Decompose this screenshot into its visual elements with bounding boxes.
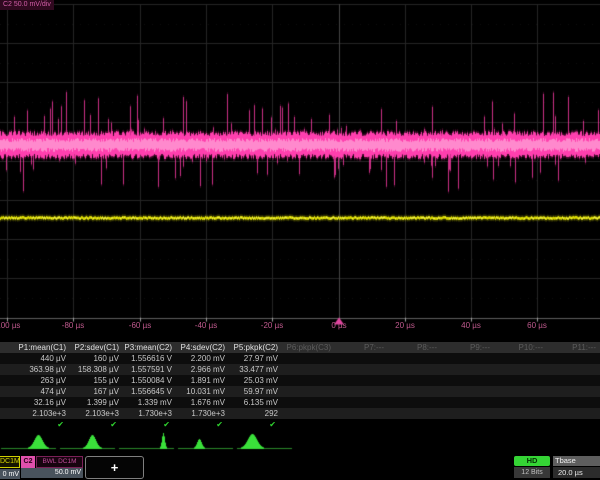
measurement-value: 158.308 µV	[69, 365, 122, 374]
measurement-value: 10.031 mV	[175, 387, 228, 396]
time-axis: -100 µs -80 µs -60 µs -40 µs -20 µs 0 µs 20 µs…	[0, 321, 600, 333]
channel-descriptor-c1[interactable]: DC1M 0 mV	[0, 456, 20, 479]
measurement-value: 2.200 mV	[175, 354, 228, 363]
measurement-status-check: ✔	[69, 420, 122, 429]
time-axis-label: -60 µs	[129, 321, 151, 330]
measurement-status-check: ✔	[122, 420, 175, 429]
measurement-header[interactable]: P4:sdev(C2)	[175, 343, 228, 352]
channel-descriptor-c2[interactable]: C2 BWL DC1M 50.0 mV	[21, 456, 83, 479]
hd-badge: HD	[514, 456, 550, 466]
c2-channel-badge: C2	[21, 456, 35, 468]
measurement-status-check: ✔	[16, 420, 69, 429]
measurement-value: 6.135 mV	[228, 398, 281, 407]
measurement-value: 1.556645 V	[122, 387, 175, 396]
c1-volts-per-div: 0 mV	[0, 469, 20, 479]
measurement-value: 2.966 mV	[175, 365, 228, 374]
measurement-header[interactable]: P9:---	[440, 343, 493, 352]
timebase-label: Tbase	[553, 456, 600, 466]
hd-mode-indicator[interactable]: HD 12 Bits	[514, 456, 550, 478]
measurement-value: 32.16 µV	[16, 398, 69, 407]
measurement-value: 59.97 mV	[228, 387, 281, 396]
measurement-value: 1.556616 V	[122, 354, 175, 363]
measurement-value: 263 µV	[16, 376, 69, 385]
measurement-value: 2.103e+3	[69, 409, 122, 418]
measurement-value: 1.339 mV	[122, 398, 175, 407]
measurement-header[interactable]: P2:sdev(C1)	[69, 343, 122, 352]
timebase-value: 20.0 µs	[553, 467, 600, 478]
measurement-header[interactable]: P7:---	[334, 343, 387, 352]
measurement-header[interactable]: P10:---	[493, 343, 546, 352]
time-axis-label: -40 µs	[195, 321, 217, 330]
measurement-value: 27.97 mV	[228, 354, 281, 363]
hd-bits-label: 12 Bits	[514, 467, 550, 478]
measurement-value: 160 µV	[69, 354, 122, 363]
measurement-value: 474 µV	[16, 387, 69, 396]
time-axis-label: -20 µs	[261, 321, 283, 330]
timebase-descriptor[interactable]: Tbase 20.0 µs	[553, 456, 600, 478]
measurement-header[interactable]: P8:---	[387, 343, 440, 352]
measurement-table[interactable]: P1:mean(C1)P2:sdev(C1)P3:mean(C2)P4:sdev…	[0, 342, 600, 430]
c2-volts-per-div: 50.0 mV	[21, 468, 83, 478]
measurement-value: 1.730e+3	[122, 409, 175, 418]
waveform-display[interactable]	[0, 0, 600, 334]
measurement-value: 440 µV	[16, 354, 69, 363]
measurement-header[interactable]: P3:mean(C2)	[122, 343, 175, 352]
measurement-header[interactable]: P11:---	[546, 343, 599, 352]
measurement-status-check: ✔	[228, 420, 281, 429]
measurement-value: 33.477 mV	[228, 365, 281, 374]
time-axis-label: -100 µs	[0, 321, 20, 330]
c1-coupling-label: DC1M	[0, 456, 20, 468]
measurement-value: 1.676 mV	[175, 398, 228, 407]
measurement-value: 1.891 mV	[175, 376, 228, 385]
measurement-value: 25.03 mV	[228, 376, 281, 385]
measurement-value: 155 µV	[69, 376, 122, 385]
measurement-header[interactable]: P1:mean(C1)	[16, 343, 69, 352]
oscilloscope-screen: C2 50.0 mV/div -100 µs -80 µs -60 µs -40 µs…	[0, 0, 600, 480]
time-axis-label: -80 µs	[62, 321, 84, 330]
measurement-value: 1.550084 V	[122, 376, 175, 385]
measurement-value: 1.399 µV	[69, 398, 122, 407]
measurement-header[interactable]: P6:pkpk(C3)	[281, 343, 334, 352]
add-trace-button[interactable]: +	[85, 456, 144, 479]
measurement-value: 2.103e+3	[16, 409, 69, 418]
time-axis-label: 20 µs	[395, 321, 415, 330]
measurement-value: 167 µV	[69, 387, 122, 396]
measurement-value: 292	[228, 409, 281, 418]
measurement-status-check: ✔	[175, 420, 228, 429]
descriptor-bar: DC1M 0 mV C2 BWL DC1M 50.0 mV + HD 12 Bi…	[0, 455, 600, 480]
measurement-value: 363.98 µV	[16, 365, 69, 374]
time-axis-label: 0 µs	[331, 321, 346, 330]
time-axis-label: 60 µs	[527, 321, 547, 330]
measurement-value: 1.730e+3	[175, 409, 228, 418]
active-trace-annotation: C2 50.0 mV/div	[0, 0, 54, 10]
time-axis-label: 40 µs	[461, 321, 481, 330]
measurement-value: 1.557591 V	[122, 365, 175, 374]
c2-coupling-label: BWL DC1M	[36, 456, 83, 468]
measurement-histicons[interactable]	[0, 431, 600, 453]
measurement-header[interactable]: P5:pkpk(C2)	[228, 343, 281, 352]
